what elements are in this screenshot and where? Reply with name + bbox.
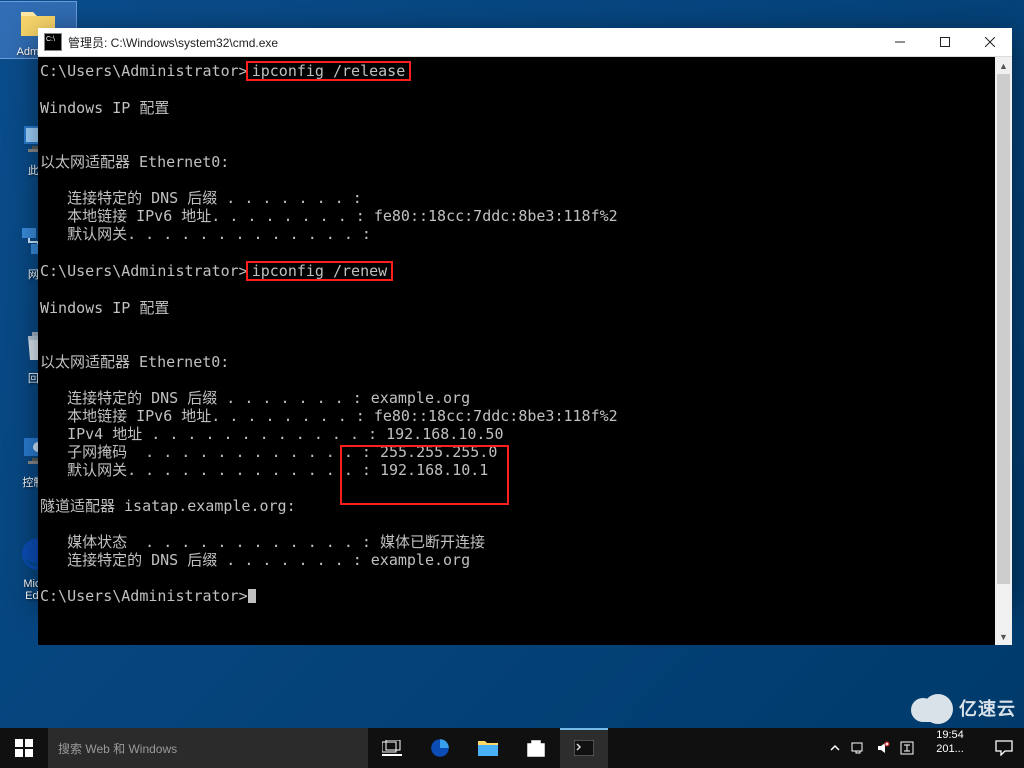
prompt: C:\Users\Administrator> — [40, 262, 248, 280]
taskbar-clock[interactable]: 19:54 201... — [920, 728, 984, 768]
taskbar-app-store[interactable] — [512, 728, 560, 768]
taskbar-spacer — [608, 728, 824, 768]
output-line: 以太网适配器 Ethernet0: — [40, 153, 229, 171]
output-line: 媒体状态 . . . . . . . . . . . . : 媒体已断开连接 — [40, 533, 485, 551]
maximize-icon — [940, 37, 950, 47]
close-icon — [985, 37, 995, 47]
terminal-area: C:\Users\Administrator>ipconfig /release… — [38, 57, 1012, 645]
terminal-cursor — [248, 589, 256, 603]
task-view-button[interactable] — [368, 728, 416, 768]
taskbar-app-cmd[interactable] — [560, 728, 608, 768]
network-tray-icon[interactable] — [850, 741, 866, 755]
taskbar: 搜索 Web 和 Windows 19:54 201... — [0, 728, 1024, 768]
notification-icon — [995, 740, 1013, 756]
start-button[interactable] — [0, 728, 48, 768]
output-line: 默认网关. . . . . . . . . . . . . : — [40, 461, 380, 479]
action-center-button[interactable] — [984, 728, 1024, 768]
volume-tray-icon[interactable] — [876, 741, 890, 755]
output-line: 连接特定的 DNS 后缀 . . . . . . . : — [40, 189, 362, 207]
vertical-scrollbar[interactable]: ▲ ▼ — [995, 57, 1012, 645]
output-line: Windows IP 配置 — [40, 299, 169, 317]
desktop: Admini... 此... 网... 回... 控制... Micr... E… — [0, 0, 1024, 768]
windows-logo-icon — [15, 739, 33, 757]
output-line: 以太网适配器 Ethernet0: — [40, 353, 229, 371]
maximize-button[interactable] — [922, 28, 967, 56]
output-value-gateway: 192.168.10.1 — [380, 461, 488, 479]
folder-icon — [477, 738, 499, 758]
output-line: 隧道适配器 isatap.example.org: — [40, 497, 296, 515]
output-line: 连接特定的 DNS 后缀 . . . . . . . : example.org — [40, 551, 470, 569]
output-line: Windows IP 配置 — [40, 99, 169, 117]
prompt: C:\Users\Administrator> — [40, 587, 248, 605]
store-icon — [526, 738, 546, 758]
titlebar[interactable]: 管理员: C:\Windows\system32\cmd.exe — [38, 28, 1012, 57]
terminal-output[interactable]: C:\Users\Administrator>ipconfig /release… — [38, 57, 995, 645]
search-placeholder: 搜索 Web 和 Windows — [58, 740, 177, 757]
highlighted-command-1: ipconfig /release — [246, 61, 412, 81]
output-line: 子网掩码 . . . . . . . . . . . . : — [40, 443, 380, 461]
output-value-ipv4: 192.168.10.50 — [386, 425, 503, 443]
system-tray[interactable] — [824, 728, 920, 768]
output-line: 本地链接 IPv6 地址. . . . . . . . : fe80::18cc… — [40, 207, 618, 225]
scroll-down-arrow[interactable]: ▼ — [995, 628, 1012, 645]
scroll-track[interactable] — [995, 74, 1012, 628]
watermark: 亿速云 — [911, 694, 1016, 722]
clock-date: 201... — [920, 742, 980, 756]
cmd-window: 管理员: C:\Windows\system32\cmd.exe C:\User… — [38, 28, 1012, 602]
scroll-up-arrow[interactable]: ▲ — [995, 57, 1012, 74]
output-line: 本地链接 IPv6 地址. . . . . . . . : fe80::18cc… — [40, 407, 618, 425]
taskbar-app-edge[interactable] — [416, 728, 464, 768]
minimize-icon — [895, 37, 905, 47]
edge-icon — [429, 737, 451, 759]
close-button[interactable] — [967, 28, 1012, 56]
ime-tray-icon[interactable] — [900, 741, 914, 755]
task-view-icon — [382, 740, 402, 756]
output-line: 默认网关. . . . . . . . . . . . . : — [40, 225, 371, 243]
watermark-text: 亿速云 — [959, 695, 1016, 721]
cloud-icon — [911, 694, 953, 722]
scroll-thumb[interactable] — [997, 74, 1010, 584]
output-value-mask: 255.255.255.0 — [380, 443, 497, 461]
output-line: IPv4 地址 . . . . . . . . . . . . : — [40, 425, 386, 443]
minimize-button[interactable] — [877, 28, 922, 56]
cmd-icon — [44, 33, 62, 51]
window-title: 管理员: C:\Windows\system32\cmd.exe — [68, 34, 877, 51]
cmd-icon — [574, 740, 594, 756]
clock-time: 19:54 — [920, 728, 980, 742]
prompt: C:\Users\Administrator> — [40, 62, 248, 80]
output-line: 连接特定的 DNS 后缀 . . . . . . . : example.org — [40, 389, 470, 407]
taskbar-app-explorer[interactable] — [464, 728, 512, 768]
taskbar-search[interactable]: 搜索 Web 和 Windows — [48, 728, 368, 768]
highlighted-command-2: ipconfig /renew — [246, 261, 393, 281]
tray-chevron-icon[interactable] — [830, 743, 840, 753]
